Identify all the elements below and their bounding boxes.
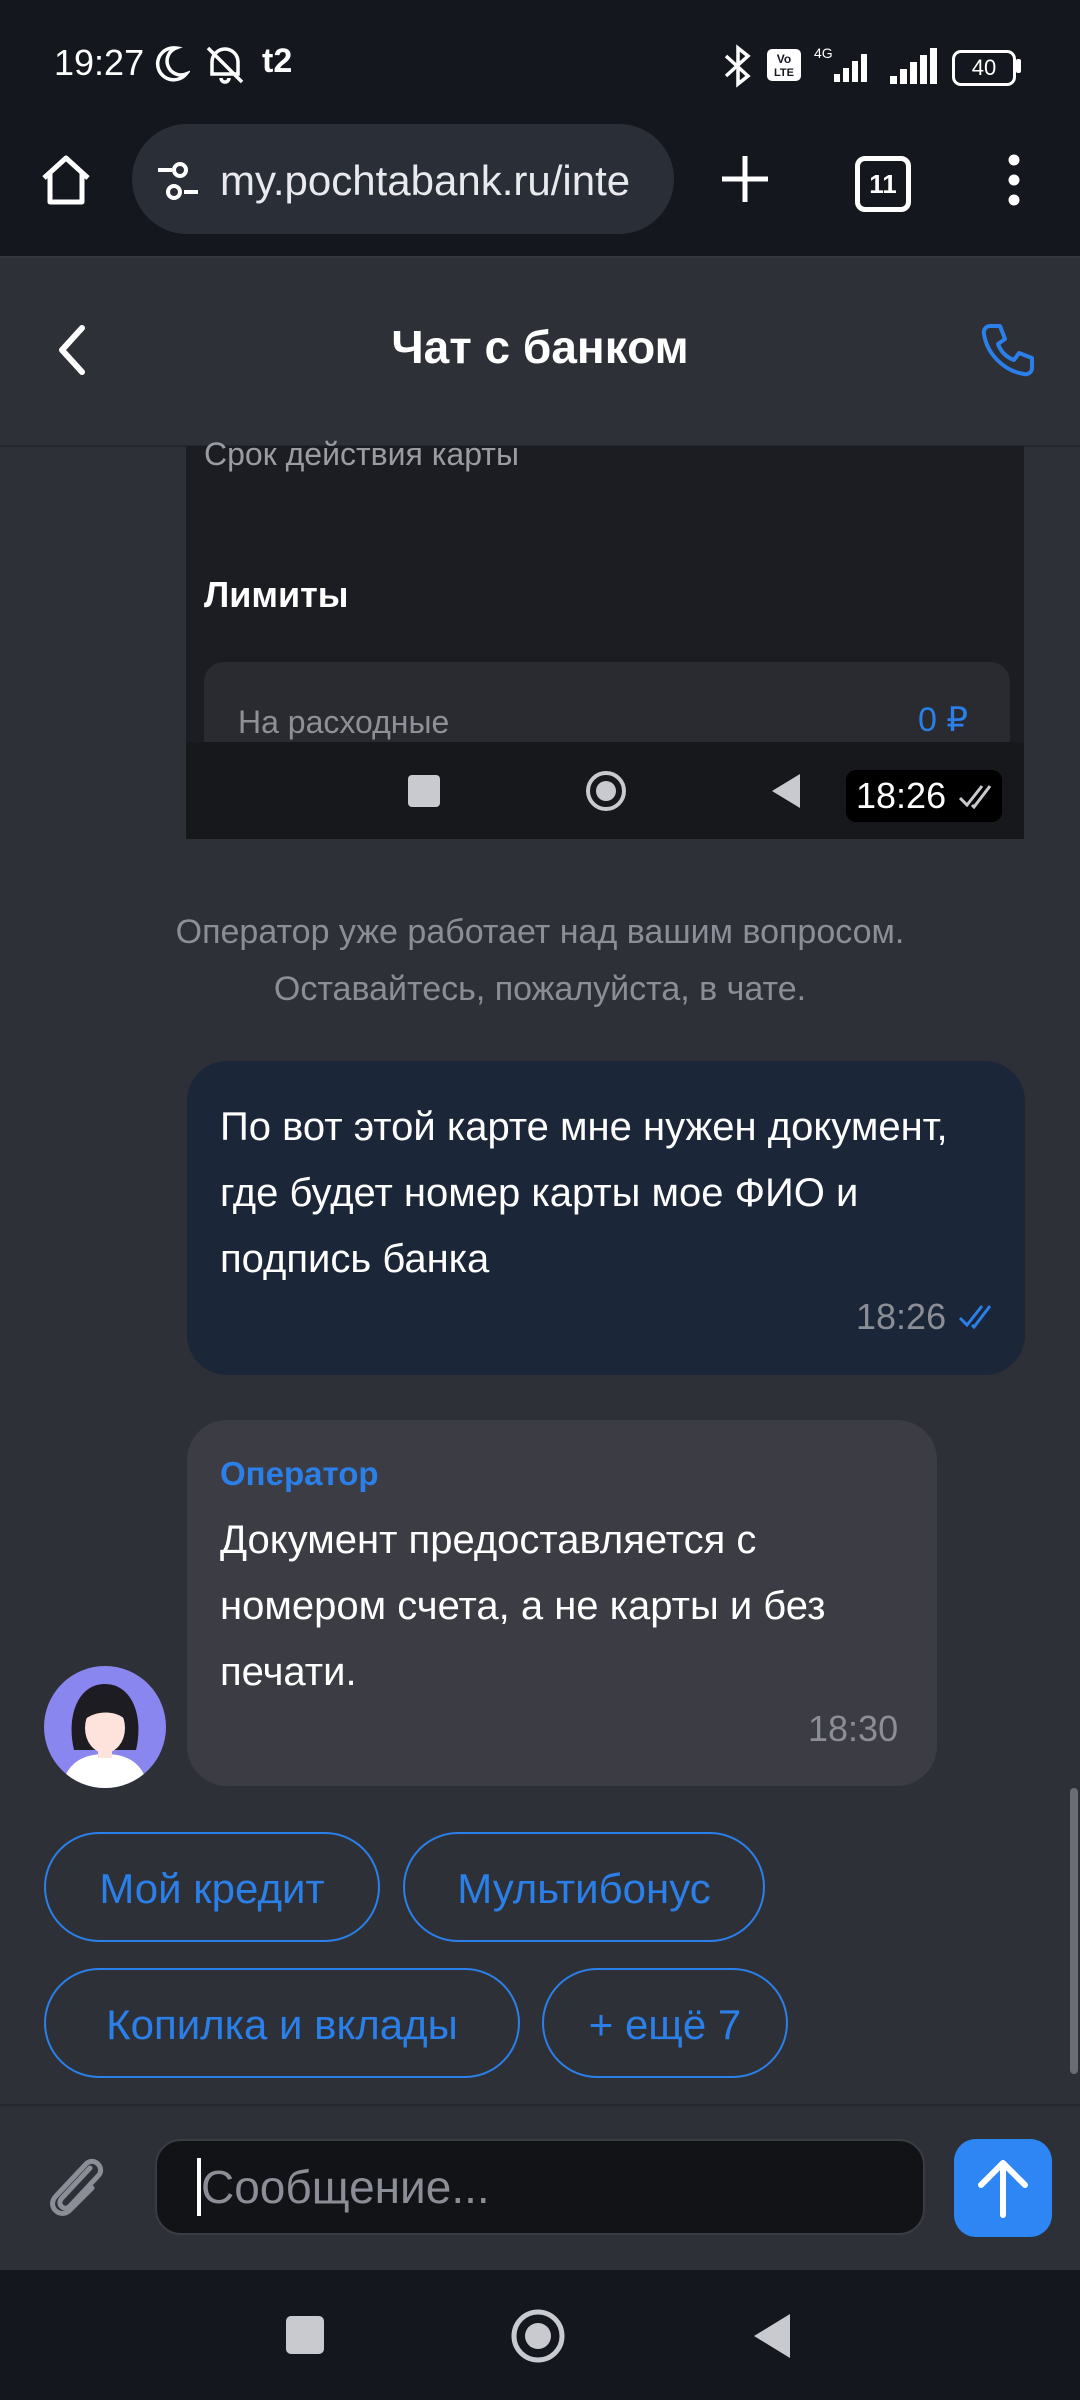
quick-reply-savings[interactable]: Копилка и вклады — [44, 1968, 520, 2078]
operator-name: Оператор — [220, 1455, 379, 1492]
recents-button-icon[interactable] — [286, 2316, 324, 2354]
message-input[interactable] — [155, 2139, 925, 2235]
quick-reply-multibonus[interactable]: Мультибонус — [403, 1832, 765, 1942]
limit-value: 0 ₽ — [918, 701, 968, 739]
back-triangle-icon — [772, 774, 800, 808]
tab-switcher-button[interactable]: 11 — [855, 156, 911, 212]
bluetooth-icon — [724, 44, 751, 88]
operator-avatar-icon — [62, 1684, 148, 1788]
quick-reply-my-credit[interactable]: Мой кредит — [44, 1832, 380, 1942]
attachment-icon[interactable] — [44, 2150, 110, 2226]
read-checkmark-icon — [958, 1305, 992, 1330]
back-button-icon[interactable] — [752, 2312, 792, 2360]
user-message-text: По вот этой карте мне нужен документ, гд… — [220, 1105, 948, 1281]
user-message-time: 18:26 — [856, 1296, 947, 1337]
battery-icon: 40 — [952, 50, 1016, 86]
scrollbar[interactable] — [1070, 1788, 1078, 2074]
url-text[interactable]: my.pochtabank.ru/inte — [220, 157, 652, 207]
volte-icon: Vo LTE — [767, 49, 801, 81]
carrier-label: t2 — [262, 42, 293, 80]
read-checkmark-icon — [958, 785, 992, 810]
battery-tip — [1016, 59, 1021, 73]
recents-icon — [408, 775, 440, 807]
more-menu-icon[interactable] — [1000, 152, 1028, 208]
card-expiry-label: Срок действия карты — [204, 436, 519, 472]
site-settings-icon[interactable] — [154, 160, 200, 202]
new-tab-icon[interactable] — [718, 152, 772, 206]
signal-icon — [890, 48, 937, 84]
moon-icon — [155, 46, 190, 82]
operator-avatar — [44, 1666, 166, 1788]
home-button-icon — [586, 771, 626, 811]
arrow-up-icon — [978, 2160, 1028, 2218]
quick-reply-more[interactable]: + ещё 7 — [542, 1968, 788, 2078]
limit-label: На расходные — [238, 704, 450, 740]
bell-muted-icon — [206, 46, 244, 84]
send-button[interactable] — [954, 2139, 1052, 2237]
operator-message-time: 18:30 — [808, 1708, 899, 1749]
text-caret — [197, 2158, 201, 2216]
svg-text:4G: 4G — [814, 45, 833, 61]
svg-text:LTE: LTE — [774, 67, 794, 79]
signal-4g-icon: 4G — [814, 45, 867, 82]
page-title: Чат с банком — [391, 321, 689, 373]
home-icon[interactable] — [36, 150, 96, 210]
status-time: 19:27 — [54, 42, 145, 83]
phone-icon[interactable] — [978, 320, 1038, 380]
system-notice: Оператор уже работает над вашим вопросом… — [175, 913, 905, 1008]
home-button-icon[interactable] — [510, 2308, 566, 2364]
limits-title: Лимиты — [204, 574, 349, 615]
svg-text:Vo: Vo — [777, 52, 791, 66]
operator-message-text: Документ предоставляется с номером счета… — [220, 1518, 826, 1694]
